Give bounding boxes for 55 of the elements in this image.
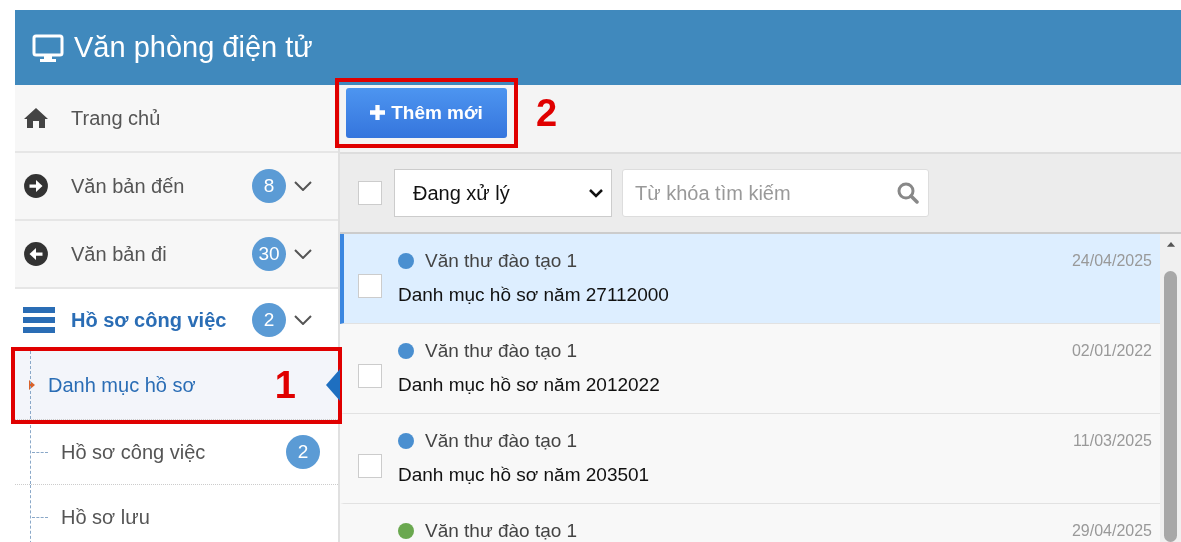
sidebar-item[interactable]: Văn bản đến 8	[15, 153, 338, 221]
count-badge: 8	[252, 169, 286, 203]
submenu-label: Hồ sơ công việc	[61, 440, 207, 464]
chevron-down-icon	[294, 181, 312, 191]
list-row[interactable]: Văn thư đào tạo 1 11/03/2025 Danh mục hồ sơ năm 203501	[340, 414, 1160, 504]
chevron-down-icon	[294, 249, 312, 259]
app-title: Văn phòng điện tử	[74, 31, 313, 64]
list-row[interactable]: Văn thư đào tạo 1 29/04/2025	[340, 504, 1160, 542]
add-button[interactable]: Thêm mới	[346, 87, 507, 138]
select-all-checkbox[interactable]	[358, 181, 382, 205]
list-row[interactable]: Văn thư đào tạo 1 02/01/2022 Danh mục hồ sơ năm 2012022	[340, 324, 1160, 414]
scroll-up-icon	[1164, 242, 1177, 247]
chevron-down-icon	[589, 188, 603, 198]
count-badge: 2	[286, 435, 320, 469]
sidebar-item[interactable]: Văn bản đi 30	[15, 221, 338, 289]
status-dropdown[interactable]: Đang xử lý	[394, 169, 612, 217]
row-date: 24/04/2025	[1071, 252, 1152, 270]
sidebar-label: Văn bản đi	[71, 242, 168, 266]
search-field[interactable]: Từ khóa tìm kiếm	[622, 169, 929, 217]
row-title: Danh mục hồ sơ năm 27112000	[398, 284, 670, 306]
search-icon	[897, 182, 919, 204]
sidebar-label: Hồ sơ công việc	[71, 308, 228, 332]
row-checkbox[interactable]	[358, 454, 382, 478]
annotation-number: 2	[536, 92, 558, 135]
submenu-item[interactable]: Hồ sơ lưu	[15, 485, 338, 542]
monitor-icon	[32, 33, 64, 62]
submenu-item[interactable]: Hồ sơ công việc 2	[15, 420, 338, 485]
sidebar-label: Trang chủ	[71, 106, 162, 130]
row-date: 29/04/2025	[1071, 522, 1152, 540]
annotation-number: 1	[274, 363, 296, 407]
row-title: Danh mục hồ sơ năm 2012022	[398, 374, 661, 396]
plus-icon	[370, 105, 386, 120]
submenu-label: Hồ sơ lưu	[61, 505, 151, 529]
arrow-right-circle-icon	[23, 173, 49, 199]
row-date: 11/03/2025	[1073, 432, 1152, 450]
pointer-icon	[29, 380, 35, 390]
home-icon	[23, 107, 49, 129]
row-checkbox[interactable]	[358, 364, 382, 388]
sender-name: Văn thư đào tạo 1	[425, 250, 579, 272]
arrow-left-circle-icon	[23, 241, 49, 267]
chevron-down-icon	[294, 315, 312, 325]
submenu-label: Danh mục hồ sơ	[48, 373, 197, 397]
sender-name: Văn thư đào tạo 1	[425, 520, 579, 542]
row-date: 02/01/2022	[1071, 342, 1152, 360]
row-title: Danh mục hồ sơ năm 203501	[398, 464, 651, 486]
sender-name: Văn thư đào tạo 1	[425, 340, 579, 362]
sender-name: Văn thư đào tạo 1	[425, 430, 579, 452]
list-row[interactable]: Văn thư đào tạo 1 24/04/2025 Danh mục hồ sơ năm 27112000	[340, 234, 1160, 324]
count-badge: 2	[252, 303, 286, 337]
sidebar-item[interactable]: Trang chủ	[15, 85, 338, 153]
row-checkbox[interactable]	[358, 274, 382, 298]
count-badge: 30	[252, 237, 286, 271]
sidebar-label: Văn bản đến	[71, 174, 186, 198]
scrollbar[interactable]	[1160, 234, 1181, 542]
server-icon	[23, 307, 55, 333]
